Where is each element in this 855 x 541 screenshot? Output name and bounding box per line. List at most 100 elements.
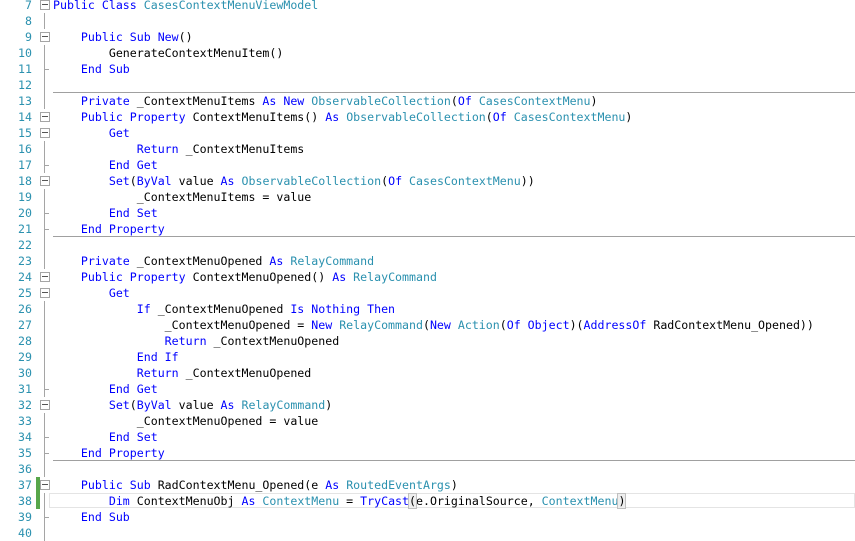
code-line[interactable]: 16 Return _ContextMenuItems: [0, 141, 855, 157]
code-text[interactable]: Public Property ContextMenuItems() As Ob…: [53, 109, 633, 125]
code-line[interactable]: 22: [0, 237, 855, 253]
code-token: As: [325, 110, 347, 124]
code-line[interactable]: 23 Private _ContextMenuOpened As RelayCo…: [0, 253, 855, 269]
code-line[interactable]: 17 End Get: [0, 157, 855, 173]
code-text[interactable]: End Get: [53, 157, 158, 173]
code-text[interactable]: End Set: [53, 429, 158, 445]
code-line[interactable]: 14 Public Property ContextMenuItems() As…: [0, 109, 855, 125]
code-line[interactable]: 13 Private _ContextMenuItems As New Obse…: [0, 93, 855, 109]
code-text[interactable]: End Property: [53, 445, 165, 461]
code-text[interactable]: Set(ByVal value As RelayCommand): [53, 397, 332, 413]
code-line[interactable]: 21 End Property: [0, 221, 855, 237]
code-token: ObservableCollection: [346, 110, 486, 124]
code-token: AddressOf: [583, 318, 654, 332]
code-text[interactable]: Public Sub RadContextMenu_Opened(e As Ro…: [53, 477, 458, 493]
collapse-toggle-icon[interactable]: [40, 176, 50, 186]
line-number: 37: [18, 478, 32, 492]
code-token: Is Nothing Then: [290, 302, 396, 316]
code-line[interactable]: 15 Get: [0, 125, 855, 141]
code-line[interactable]: 38 Dim ContextMenuObj As ContextMenu = T…: [0, 493, 855, 509]
code-line[interactable]: 18 Set(ByVal value As ObservableCollecti…: [0, 173, 855, 189]
code-token: Set: [53, 398, 130, 412]
code-text[interactable]: Public Class CasesContextMenuViewModel: [53, 0, 318, 13]
code-text[interactable]: If _ContextMenuOpened Is Nothing Then: [53, 301, 395, 317]
code-text[interactable]: End If: [53, 349, 179, 365]
code-line[interactable]: 24 Public Property ContextMenuOpened() A…: [0, 269, 855, 285]
outline-guide: [44, 61, 49, 77]
collapse-toggle-icon[interactable]: [40, 480, 50, 490]
code-line[interactable]: 8: [0, 13, 855, 29]
code-line[interactable]: 9 Public Sub New(): [0, 29, 855, 45]
code-line[interactable]: 40: [0, 525, 855, 541]
code-text[interactable]: End Sub: [53, 509, 130, 525]
code-text[interactable]: GenerateContextMenuItem(): [53, 45, 284, 61]
line-number: 15: [18, 126, 32, 140]
code-token: New: [157, 30, 179, 44]
code-text[interactable]: End Sub: [53, 61, 130, 77]
code-line[interactable]: 36: [0, 461, 855, 477]
code-token: (: [422, 318, 430, 332]
line-number: 9: [25, 30, 32, 44]
code-line[interactable]: 7 Public Class CasesContextMenuViewModel: [0, 0, 855, 13]
code-text[interactable]: Set(ByVal value As ObservableCollection(…: [53, 173, 535, 189]
code-text[interactable]: Public Property ContextMenuOpened() As R…: [53, 269, 437, 285]
code-token: Public Property: [53, 110, 193, 124]
code-token: End Set: [53, 206, 158, 220]
code-line[interactable]: 11 End Sub: [0, 61, 855, 77]
code-text[interactable]: Public Sub New(): [53, 29, 193, 45]
collapse-toggle-icon[interactable]: [40, 32, 50, 42]
code-text[interactable]: End Property: [53, 221, 165, 237]
collapse-toggle-icon[interactable]: [40, 0, 50, 10]
code-line[interactable]: 12: [0, 77, 855, 93]
code-token: _ContextMenuOpened =: [53, 318, 312, 332]
collapse-toggle-icon[interactable]: [40, 112, 50, 122]
code-line[interactable]: 28 Return _ContextMenuOpened: [0, 333, 855, 349]
code-line[interactable]: 19 _ContextMenuItems = value: [0, 189, 855, 205]
code-text[interactable]: Return _ContextMenuOpened: [53, 333, 340, 349]
line-number: 25: [18, 286, 32, 300]
code-token: (: [499, 318, 507, 332]
collapse-toggle-icon[interactable]: [40, 400, 50, 410]
collapse-toggle-icon[interactable]: [40, 128, 50, 138]
code-line[interactable]: 25 Get: [0, 285, 855, 301]
collapse-toggle-icon[interactable]: [40, 272, 50, 282]
code-text[interactable]: Dim ContextMenuObj As ContextMenu = TryC…: [53, 493, 627, 509]
code-line[interactable]: 10 GenerateContextMenuItem(): [0, 45, 855, 61]
code-editor[interactable]: 7 Public Class CasesContextMenuViewModel 8…: [0, 0, 855, 541]
code-text[interactable]: Get: [53, 125, 130, 141]
code-token: RadContextMenu_Opened(e: [157, 478, 326, 492]
code-text[interactable]: _ContextMenuItems = value: [53, 189, 312, 205]
code-token: End If: [53, 350, 179, 364]
code-text[interactable]: _ContextMenuOpened = New RelayCommand(Ne…: [53, 317, 814, 333]
code-line[interactable]: 31 End Get: [0, 381, 855, 397]
code-token: (: [129, 398, 137, 412]
code-line[interactable]: 33 _ContextMenuOpened = value: [0, 413, 855, 429]
code-line[interactable]: 20 End Set: [0, 205, 855, 221]
line-number: 19: [18, 190, 32, 204]
code-text[interactable]: End Get: [53, 381, 158, 397]
code-line[interactable]: 39 End Sub: [0, 509, 855, 525]
code-line[interactable]: 26 If _ContextMenuOpened Is Nothing Then: [0, 301, 855, 317]
outline-guide: [44, 317, 45, 333]
collapse-toggle-icon[interactable]: [40, 288, 50, 298]
outline-guide: [44, 221, 49, 237]
code-line[interactable]: 29 End If: [0, 349, 855, 365]
code-text[interactable]: Get: [53, 285, 130, 301]
code-line[interactable]: 34 End Set: [0, 429, 855, 445]
code-line[interactable]: 30 Return _ContextMenuOpened: [0, 365, 855, 381]
code-text[interactable]: Private _ContextMenuOpened As RelayComma…: [53, 253, 374, 269]
code-text[interactable]: Return _ContextMenuOpened: [53, 365, 312, 381]
code-token: Of: [388, 174, 410, 188]
code-token: _ContextMenuOpened = value: [53, 414, 319, 428]
code-line[interactable]: 37 Public Sub RadContextMenu_Opened(e As…: [0, 477, 855, 493]
outline-guide: [44, 253, 45, 269]
code-text[interactable]: End Set: [53, 205, 158, 221]
code-token: ): [325, 398, 333, 412]
code-token: Get: [53, 126, 130, 140]
code-line[interactable]: 27 _ContextMenuOpened = New RelayCommand…: [0, 317, 855, 333]
code-text[interactable]: Private _ContextMenuItems As New Observa…: [53, 93, 598, 109]
code-text[interactable]: Return _ContextMenuItems: [53, 141, 305, 157]
code-line[interactable]: 35 End Property: [0, 445, 855, 461]
code-text[interactable]: _ContextMenuOpened = value: [53, 413, 319, 429]
code-line[interactable]: 32 Set(ByVal value As RelayCommand): [0, 397, 855, 413]
